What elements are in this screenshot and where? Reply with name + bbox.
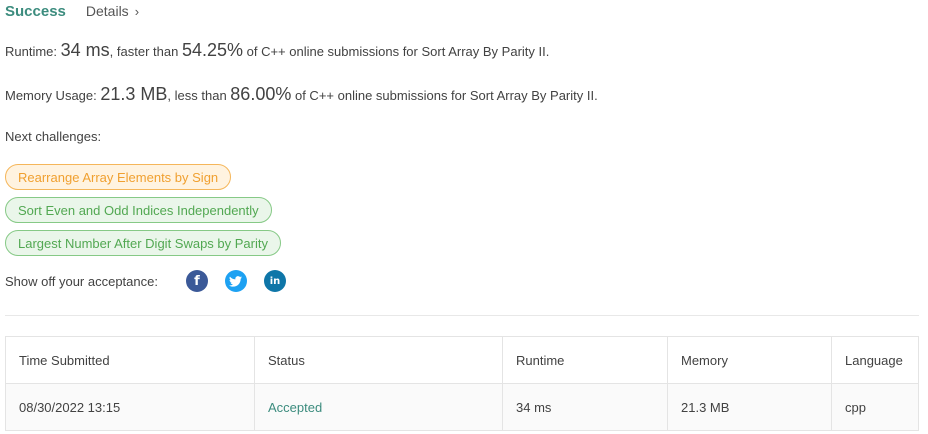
runtime-percent: 54.25% [181, 40, 243, 60]
share-section: Show off your acceptance: f in [5, 269, 303, 293]
details-link[interactable]: Details › [86, 3, 139, 19]
linkedin-icon[interactable]: in [263, 270, 286, 292]
cell-runtime: 34 ms [502, 383, 668, 431]
result-header: Success Details › [5, 0, 139, 22]
twitter-icon[interactable] [224, 270, 247, 292]
divider [5, 315, 919, 316]
status-accepted-link[interactable]: Accepted [268, 400, 322, 415]
cell-status: Accepted [254, 383, 503, 431]
memory-value: 21.3 MB [100, 84, 168, 104]
column-header-language: Language [831, 336, 919, 384]
challenge-rearrange-array-elements-by-sign[interactable]: Rearrange Array Elements by Sign [5, 164, 232, 190]
details-label: Details [85, 3, 129, 19]
chevron-right-icon: › [134, 3, 140, 19]
runtime-summary: Runtime: 34 ms, faster than 54.25% of C+… [5, 40, 549, 61]
runtime-middle: , faster than [109, 44, 182, 59]
share-icons: f in [185, 270, 303, 292]
column-header-runtime: Runtime [502, 336, 668, 384]
cell-memory: 21.3 MB [667, 383, 832, 431]
memory-prefix: Memory Usage: [5, 88, 101, 103]
column-header-memory: Memory [667, 336, 832, 384]
status-success-label: Success [5, 2, 66, 20]
table-row: 08/30/2022 13:15 Accepted 34 ms 21.3 MB … [5, 383, 919, 431]
table-header-row: Time Submitted Status Runtime Memory Lan… [5, 336, 919, 384]
column-header-time-submitted: Time Submitted [5, 336, 255, 384]
runtime-prefix: Runtime: [5, 44, 61, 59]
runtime-suffix: of C++ online submissions for Sort Array… [243, 44, 550, 59]
memory-suffix: of C++ online submissions for Sort Array… [291, 88, 598, 103]
challenge-largest-number-digit-swaps[interactable]: Largest Number After Digit Swaps by Pari… [5, 230, 281, 256]
cell-time-submitted: 08/30/2022 13:15 [5, 383, 255, 431]
submissions-table: Time Submitted Status Runtime Memory Lan… [5, 336, 919, 431]
cell-language: cpp [831, 383, 919, 431]
memory-summary: Memory Usage: 21.3 MB, less than 86.00% … [5, 84, 598, 105]
facebook-icon[interactable]: f [185, 270, 208, 292]
memory-middle: , less than [167, 88, 231, 103]
runtime-value: 34 ms [60, 40, 110, 60]
memory-percent: 86.00% [230, 84, 292, 104]
challenge-sort-even-odd-indices[interactable]: Sort Even and Odd Indices Independently [5, 197, 272, 223]
share-label: Show off your acceptance: [5, 273, 158, 289]
next-challenges-title: Next challenges: [5, 129, 102, 144]
column-header-status: Status [254, 336, 503, 384]
